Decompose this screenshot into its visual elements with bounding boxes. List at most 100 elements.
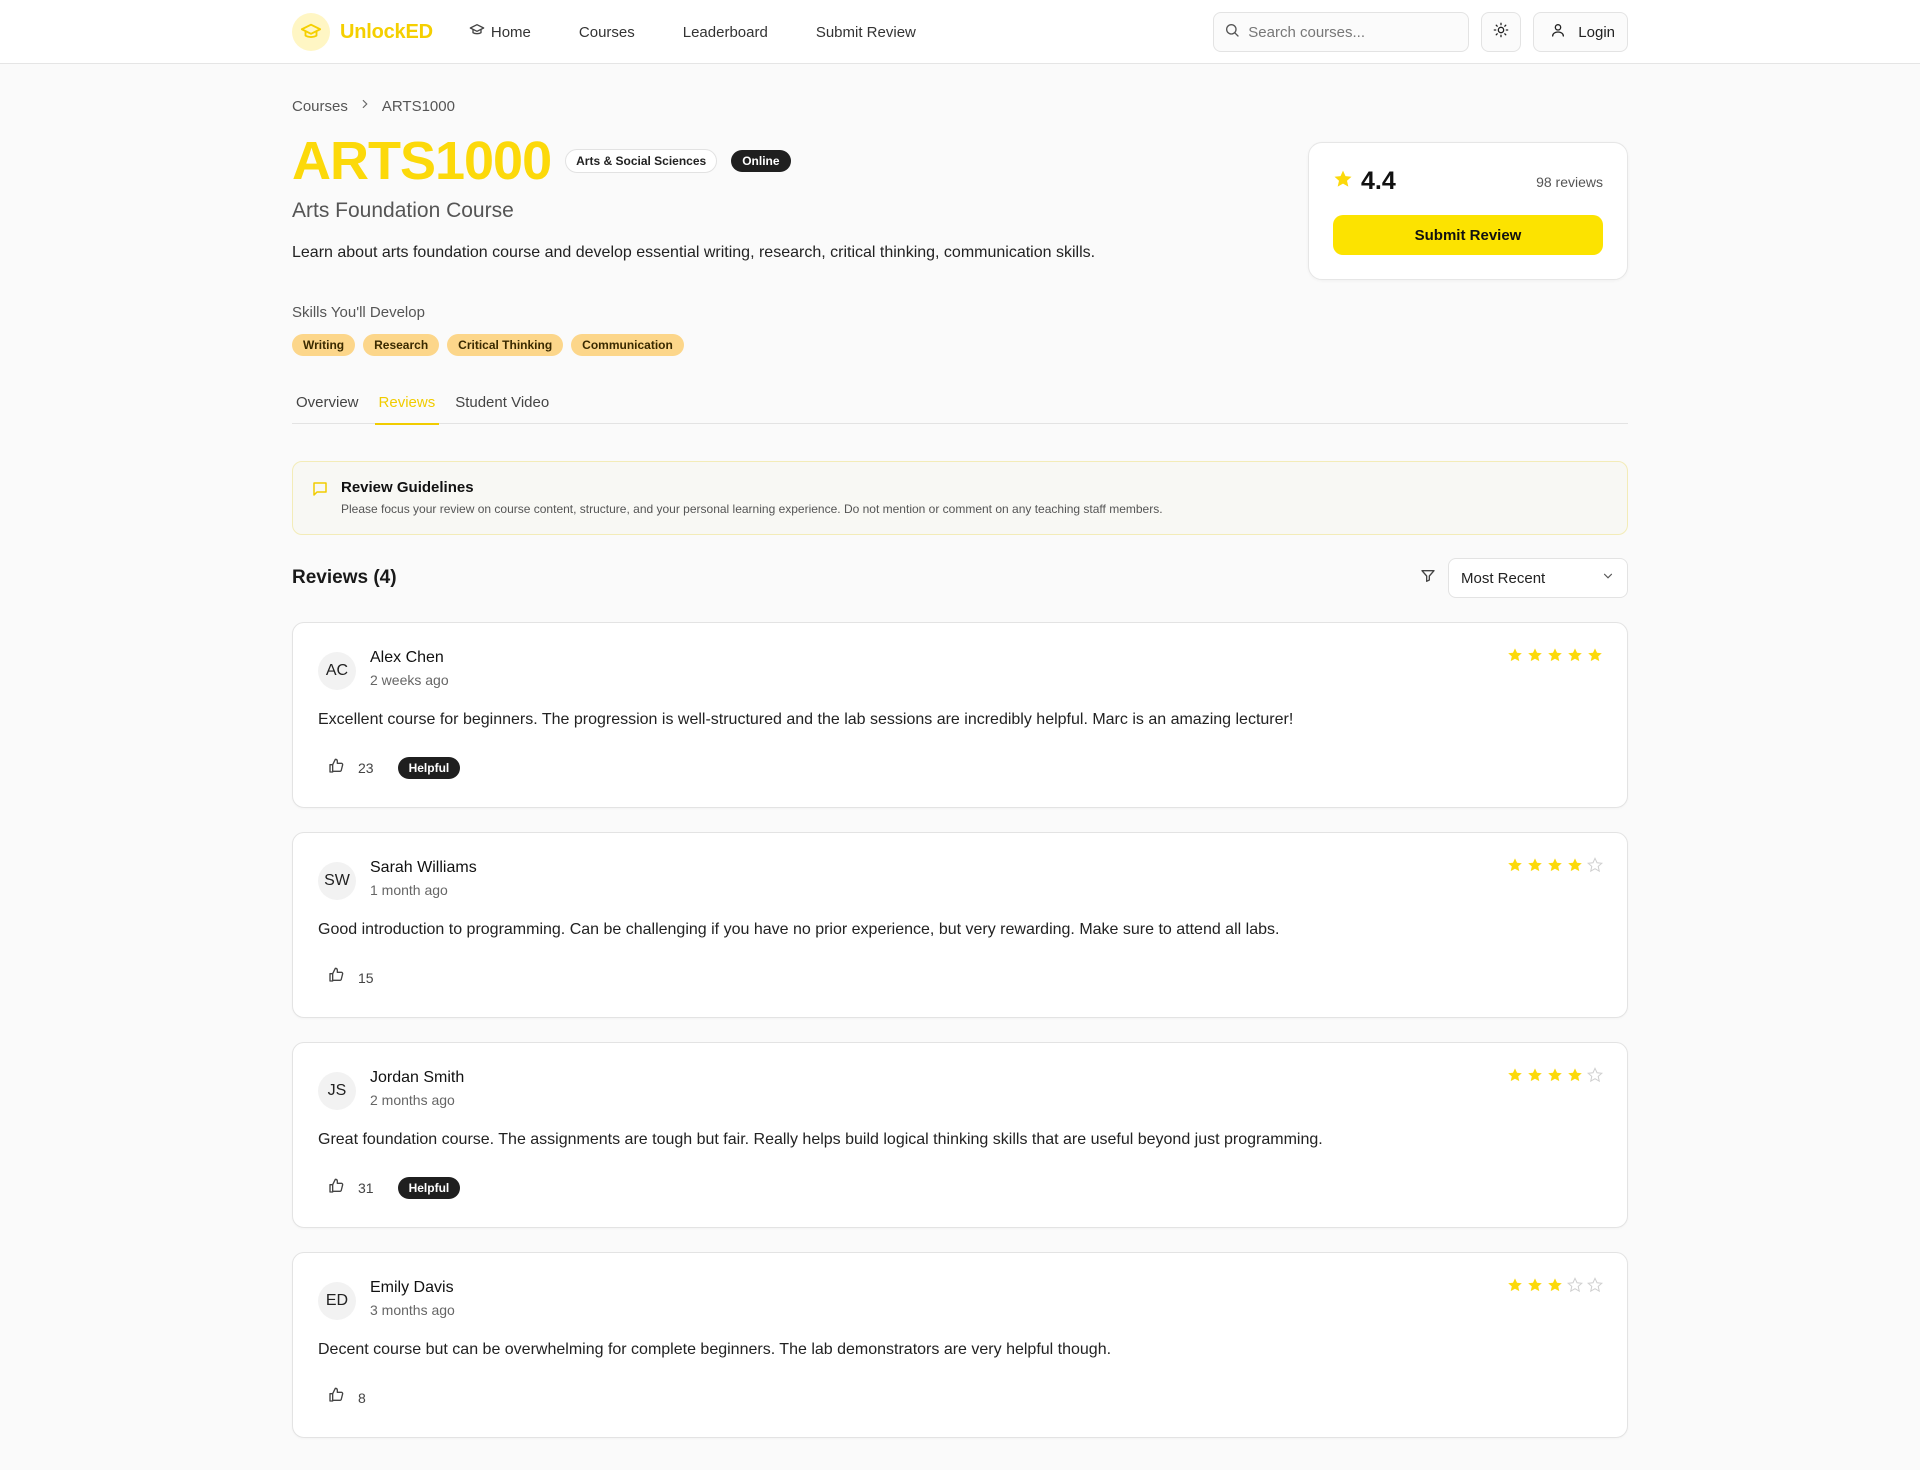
review-text: Great foundation course. The assignments… [318,1131,1323,1148]
delivery-mode-badge: Online [731,150,791,172]
star-rating [1507,857,1603,878]
guidelines-text: Please focus your review on course conte… [341,502,1163,516]
like-count: 15 [358,969,374,986]
breadcrumb-current: ARTS1000 [381,97,455,115]
star-filled-icon [1507,1067,1523,1088]
theme-toggle-button[interactable] [1481,12,1522,52]
rating-card: 4.4 98 reviews Submit Review [1308,142,1628,280]
breadcrumb: Courses ARTS1000 [292,97,455,115]
avatar: AC [318,652,356,690]
chevron-right-icon [358,97,372,115]
average-rating: 4.4 [1361,167,1396,195]
star-filled-icon [1547,857,1563,878]
brand-logo[interactable]: UnlockED [292,13,433,51]
thumbs-up-icon[interactable] [328,967,344,988]
reviewer-name: Jordan Smith [370,1069,465,1086]
star-empty-icon [1587,1277,1603,1298]
star-filled-icon [1567,647,1583,668]
avatar: JS [318,1072,356,1110]
skill-tag: Writing [292,334,356,356]
star-filled-icon [1507,857,1523,878]
like-count: 8 [358,1389,366,1406]
review-count: 98 reviews [1536,173,1603,190]
helpful-badge: Helpful [397,757,461,779]
review-time: 2 weeks ago [370,672,449,688]
review-list: AC Alex Chen 2 weeks ago Excellent course f… [292,622,1628,1462]
nav-home-label: Home [490,23,531,41]
star-filled-icon [1547,1277,1563,1298]
star-filled-icon [1547,1067,1563,1088]
brand-name: UnlockED [340,20,433,43]
star-filled-icon [1527,647,1543,668]
reviewer-name: Sarah Williams [370,859,477,876]
search-box [1213,12,1470,52]
star-rating [1507,647,1603,668]
review-card: JS Jordan Smith 2 months ago Great foundati… [292,1042,1628,1228]
skill-tag: Critical Thinking [447,334,564,356]
course-description: Learn about arts foundation course and d… [292,244,1096,261]
skills-heading: Skills You'll Develop [292,304,425,321]
breadcrumb-courses-link[interactable]: Courses [292,98,348,115]
thumbs-up-icon[interactable] [328,758,344,779]
avatar: ED [318,1282,356,1320]
nav-leaderboard[interactable]: Leaderboard [683,24,768,41]
login-label: Login [1578,23,1615,41]
search-icon [1224,22,1240,43]
sort-select[interactable]: Most Recent [1448,558,1628,598]
filter-icon [1420,568,1436,589]
reviewer-name: Alex Chen [370,649,444,666]
graduation-cap-icon [469,22,485,42]
nav-home[interactable]: Home [469,22,531,42]
avatar: SW [318,862,356,900]
top-navbar: UnlockED Home Courses Leaderboard Submit… [0,0,1920,64]
tab-reviews[interactable]: Reviews [374,380,440,425]
like-count: 31 [358,1180,374,1196]
search-input[interactable] [1248,23,1449,41]
star-filled-icon [1527,857,1543,878]
guidelines-title: Review Guidelines [341,479,474,496]
star-filled-icon [1507,1277,1523,1298]
nav-leaderboard-label: Leaderboard [682,23,768,41]
skill-tag: Communication [571,334,684,356]
star-filled-icon [1507,647,1523,668]
reviews-title: Reviews (4) [292,567,397,588]
nav-courses[interactable]: Courses [579,24,635,41]
course-tabs: Overview Reviews Student Video [292,380,1628,425]
review-time: 3 months ago [370,1302,455,1318]
skill-tag: Research [363,334,440,356]
review-footer: 15 [328,967,374,988]
review-card: ED Emily Davis 3 months ago Decent course b… [292,1252,1628,1438]
tab-student-video[interactable]: Student Video [451,380,553,424]
star-filled-icon [1527,1067,1543,1088]
user-icon [1550,22,1566,42]
star-filled-icon [1567,857,1583,878]
review-text: Excellent course for beginners. The prog… [318,711,1294,728]
login-button[interactable]: Login [1533,12,1628,52]
star-rating [1507,1067,1603,1088]
review-footer: 23 Helpful [328,757,461,779]
nav-courses-label: Courses [578,23,635,41]
star-filled-icon [1567,1067,1583,1088]
tab-overview[interactable]: Overview [292,380,363,424]
message-icon [311,480,329,503]
like-count: 23 [358,760,374,776]
thumbs-up-icon[interactable] [328,1178,344,1199]
skills-list: Writing Research Critical Thinking Commu… [292,334,684,356]
review-time: 1 month ago [370,882,448,898]
review-footer: 31 Helpful [328,1177,461,1199]
review-card: AC Alex Chen 2 weeks ago Excellent course f… [292,622,1628,808]
star-filled-icon [1587,647,1603,668]
star-filled-icon [1527,1277,1543,1298]
star-empty-icon [1587,857,1603,878]
submit-review-button[interactable]: Submit Review [1333,215,1603,255]
reviewer-name: Emily Davis [370,1279,454,1296]
review-card: SW Sarah Williams 1 month ago Good introduc… [292,832,1628,1018]
nav-submit-review[interactable]: Submit Review [816,24,916,41]
review-text: Decent course but can be overwhelming fo… [318,1341,1112,1358]
star-rating [1507,1277,1603,1298]
star-icon [1333,169,1353,194]
graduation-cap-icon [292,13,330,51]
thumbs-up-icon[interactable] [328,1387,344,1408]
review-text: Good introduction to programming. Can be… [318,921,1280,938]
course-heading: ARTS1000 Arts & Social Sciences Online [292,134,791,188]
